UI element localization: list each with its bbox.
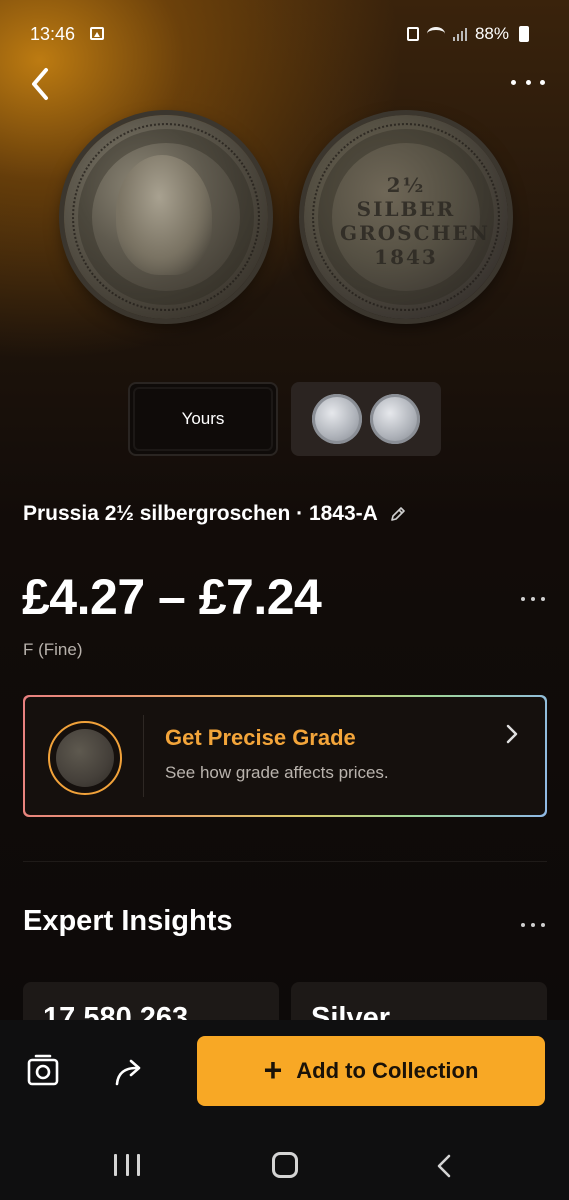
- chevron-right-icon: [506, 724, 518, 744]
- add-to-collection-button[interactable]: + Add to Collection: [197, 1036, 545, 1106]
- price-more-button[interactable]: [521, 593, 545, 605]
- more-options-button[interactable]: [511, 70, 545, 94]
- thumbnail-yours[interactable]: Yours: [128, 382, 278, 456]
- gallery-notification-icon: [90, 27, 104, 40]
- coin-reverse-image[interactable]: 2½ SILBER GROSCHEN 1843: [304, 115, 508, 319]
- back-button[interactable]: [26, 66, 58, 102]
- nav-back-button[interactable]: [434, 1152, 454, 1180]
- battery-saver-icon: [406, 27, 419, 41]
- status-time: 13:46: [30, 24, 76, 44]
- expert-insights-title: Expert Insights: [23, 905, 233, 937]
- plus-icon: +: [263, 1051, 283, 1088]
- grade-card-divider: [143, 715, 144, 797]
- status-indicators: 88%: [406, 24, 529, 44]
- camera-button[interactable]: [26, 1052, 60, 1088]
- grade-card-subtext: See how grade affects prices.: [165, 763, 389, 782]
- thumbnail-yours-label: Yours: [181, 409, 225, 428]
- section-divider: [23, 861, 547, 862]
- price-range: £4.27 – £7.24: [22, 569, 322, 625]
- grade-card-heading: Get Precise Grade: [165, 725, 356, 750]
- nav-back-icon: [437, 1154, 451, 1178]
- share-icon: [115, 1059, 141, 1086]
- get-precise-grade-card[interactable]: Get Precise Grade See how grade affects …: [23, 695, 547, 817]
- status-bar: 13:46 88%: [0, 0, 569, 64]
- signal-icon: [452, 27, 467, 41]
- grade-coin-thumbnail: [48, 721, 122, 795]
- add-to-collection-label: Add to Collection: [296, 1058, 479, 1083]
- nav-home-button[interactable]: [272, 1152, 298, 1178]
- share-button[interactable]: [112, 1056, 148, 1088]
- thumbnail-reference[interactable]: [291, 382, 441, 456]
- insights-more-button[interactable]: [521, 919, 545, 931]
- edit-pencil-icon[interactable]: [388, 504, 408, 524]
- coin-obverse-image[interactable]: [64, 115, 268, 319]
- coin-title-text: Prussia 2½ silbergroschen · 1843-A: [23, 502, 378, 525]
- coin-title: Prussia 2½ silbergroschen · 1843-A: [23, 502, 408, 526]
- reference-reverse-thumb: [370, 394, 420, 444]
- camera-icon: [27, 1054, 59, 1086]
- battery-icon: [519, 26, 529, 42]
- back-chevron-icon: [32, 68, 48, 100]
- nav-recent-apps-button[interactable]: [114, 1154, 140, 1178]
- wifi-icon: [426, 27, 445, 41]
- reference-obverse-thumb: [312, 394, 362, 444]
- grade-label: F (Fine): [23, 640, 83, 659]
- battery-percent: 88%: [474, 24, 509, 43]
